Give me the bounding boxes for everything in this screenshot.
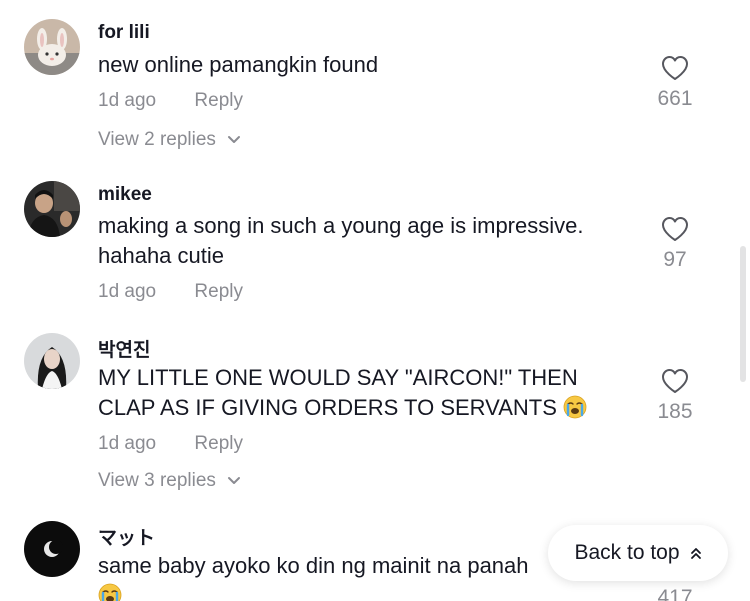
like-count: 185: [657, 400, 693, 423]
avatar[interactable]: [24, 181, 80, 237]
comment-text: same baby ayoko ko din ng mainit na pana…: [98, 551, 558, 601]
loudly-crying-face-icon: [98, 583, 122, 601]
comment-time: 1d ago: [98, 90, 157, 111]
reply-button[interactable]: Reply: [194, 433, 243, 454]
comment-username[interactable]: 박연진: [98, 335, 150, 362]
comment-meta: 1d ago Reply: [98, 90, 243, 112]
person-avatar-icon: [24, 181, 80, 237]
comment-text: new online pamangkin found: [98, 52, 379, 77]
view-replies-label: View 3 replies: [98, 470, 216, 491]
heart-icon[interactable]: [661, 216, 689, 242]
avatar[interactable]: [24, 333, 80, 389]
heart-icon[interactable]: [661, 368, 689, 394]
view-replies-button[interactable]: View 2 replies: [98, 129, 241, 151]
comment-time: 1d ago: [98, 433, 157, 454]
chevron-down-icon: [228, 476, 241, 484]
back-to-top-label: Back to top: [574, 541, 680, 564]
like-container: 97: [650, 216, 700, 272]
comment-text-content: same baby ayoko ko din ng mainit na pana…: [98, 553, 529, 578]
bunny-avatar-icon: [24, 19, 80, 75]
comment-username[interactable]: for lili: [98, 22, 150, 44]
like-count: 661: [657, 87, 693, 110]
woman-avatar-icon: [24, 333, 80, 389]
double-chevron-up-icon: [690, 548, 701, 559]
loudly-crying-face-icon: [563, 395, 587, 419]
like-container: 661: [650, 55, 700, 111]
like-count: 97: [663, 248, 687, 271]
comments-panel: for lili new online pamangkin found 1d a…: [0, 0, 750, 601]
comment-username[interactable]: mikee: [98, 184, 152, 206]
avatar[interactable]: [24, 19, 80, 75]
reply-button[interactable]: Reply: [194, 90, 243, 111]
moon-avatar-icon: [24, 521, 80, 577]
reply-button[interactable]: Reply: [194, 281, 243, 302]
avatar[interactable]: [24, 521, 80, 577]
scrollbar-thumb[interactable]: [740, 246, 746, 382]
like-container: 185: [650, 368, 700, 424]
like-count: 417: [657, 586, 693, 601]
comment-text-content: MY LITTLE ONE WOULD SAY "AIRCON!" THEN C…: [98, 365, 578, 420]
chevron-down-icon: [228, 135, 241, 143]
comment-text: MY LITTLE ONE WOULD SAY "AIRCON!" THEN C…: [98, 363, 638, 423]
comment-username[interactable]: マット: [98, 523, 155, 550]
heart-icon[interactable]: [661, 55, 689, 81]
comment-text: making a song in such a young age is imp…: [98, 213, 584, 268]
comment-meta: 1d ago Reply: [98, 281, 243, 303]
view-replies-label: View 2 replies: [98, 129, 216, 150]
view-replies-button[interactable]: View 3 replies: [98, 470, 241, 492]
comment-meta: 1d ago Reply: [98, 433, 243, 455]
comment-time: 1d ago: [98, 281, 157, 302]
back-to-top-button[interactable]: Back to top: [548, 525, 728, 581]
